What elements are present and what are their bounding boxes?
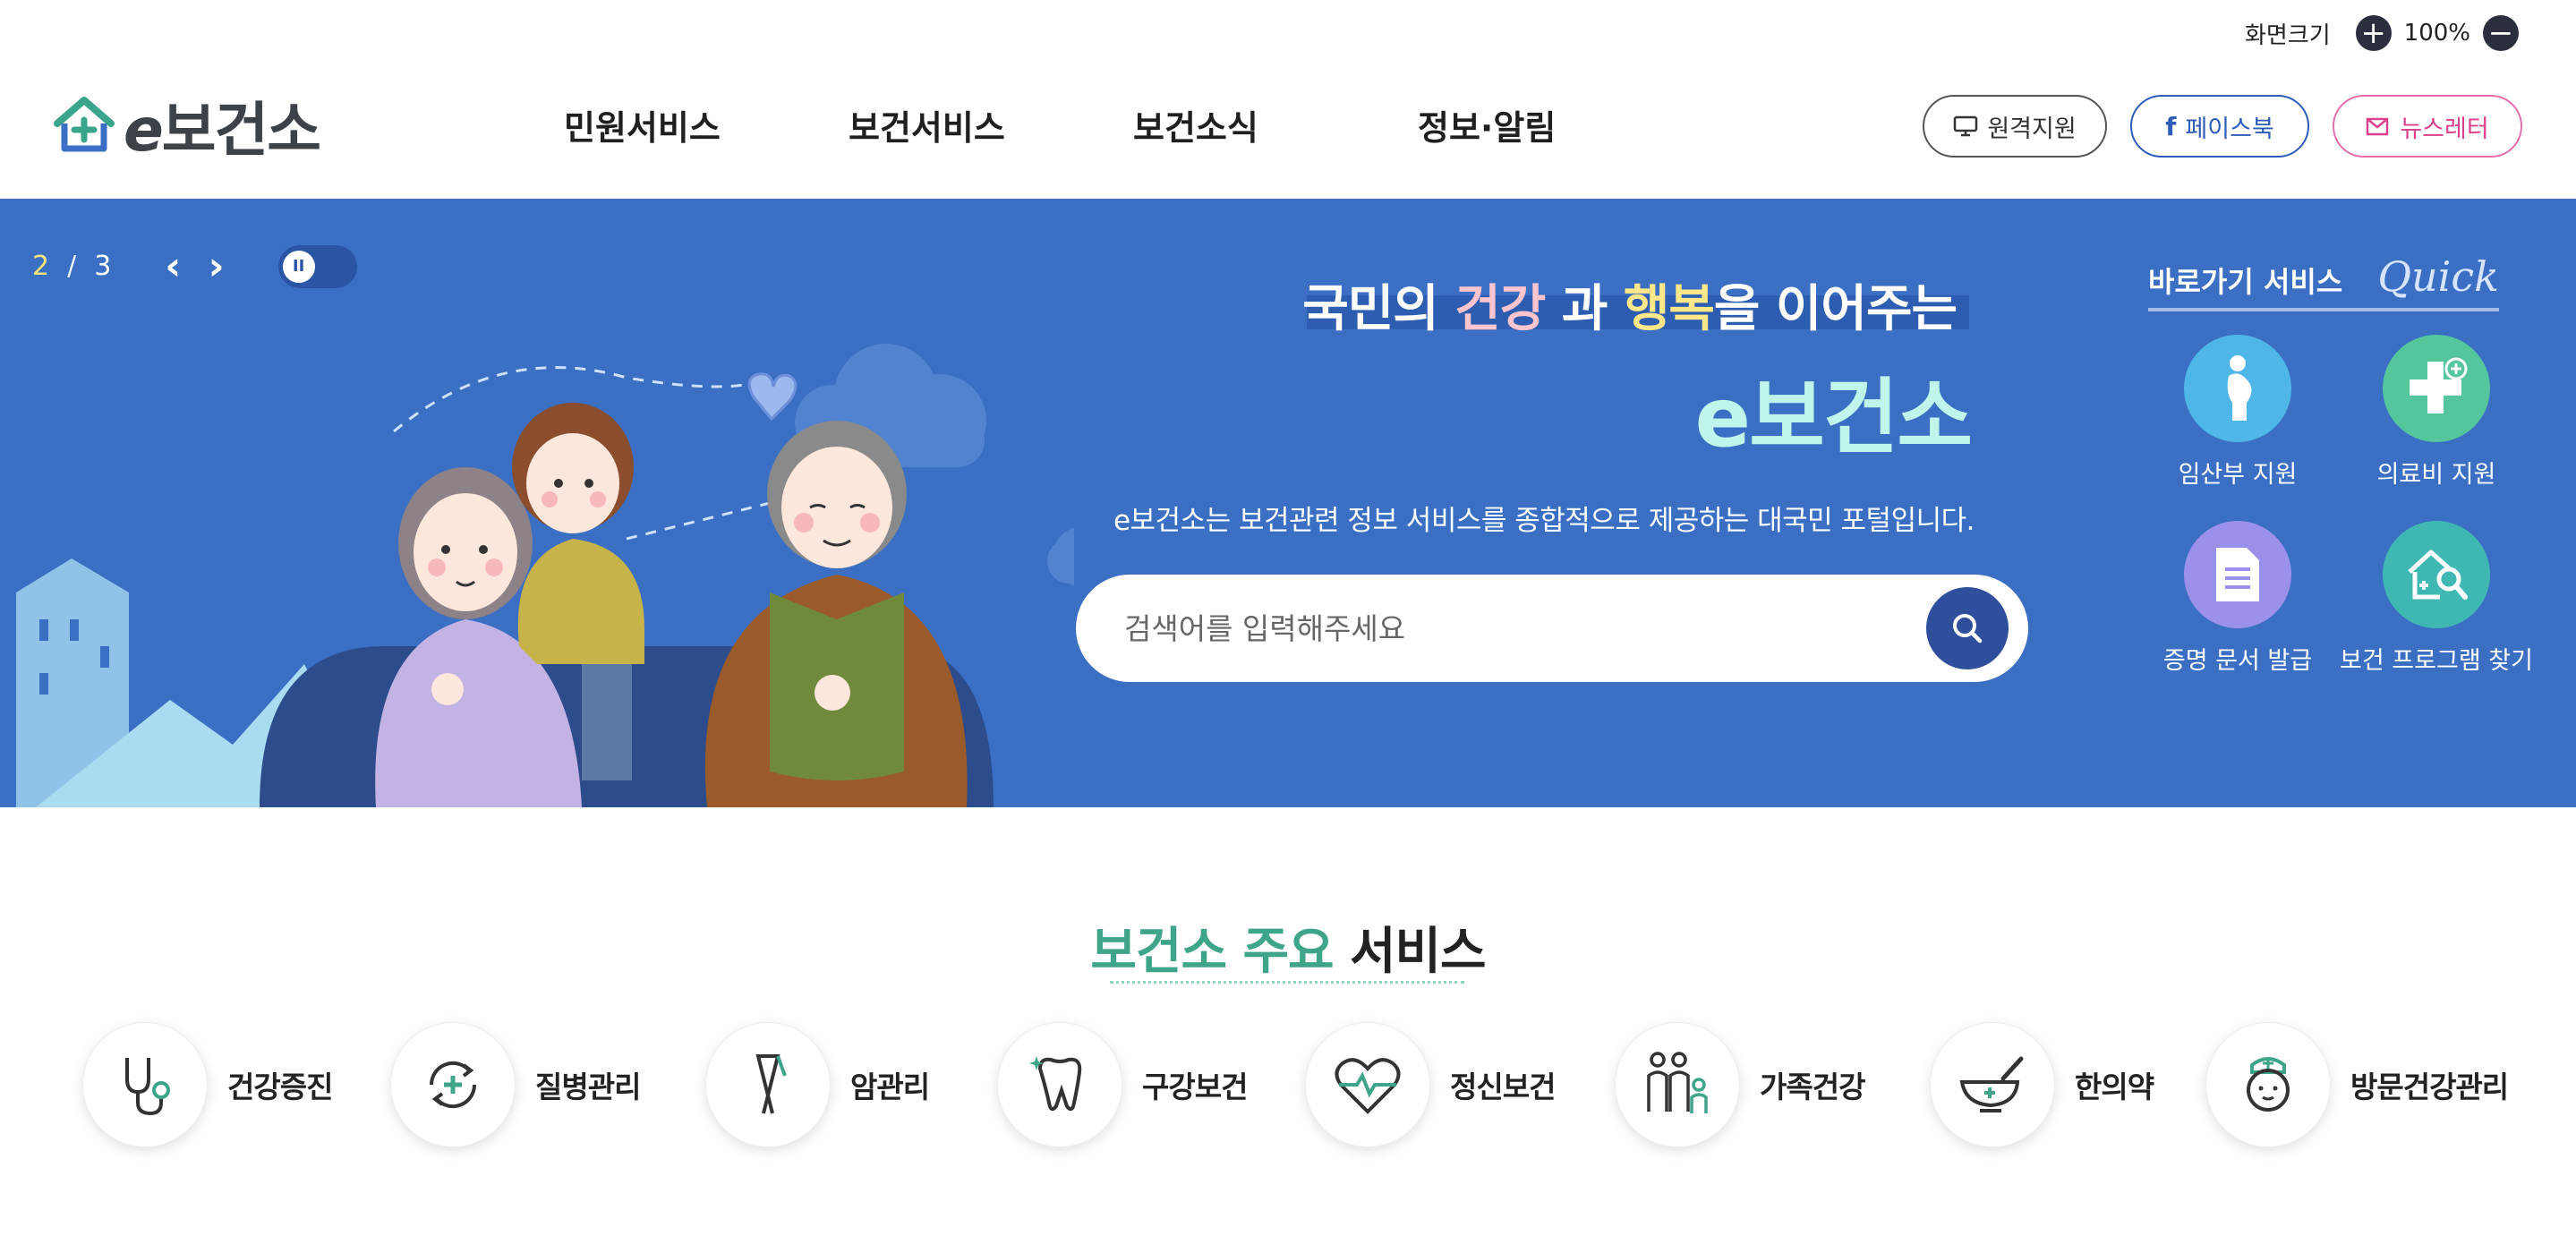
hero-description: e보건소는 보건관련 정보 서비스를 종합적으로 제공하는 대국민 포털입니다. [1113,505,1975,537]
hero-brand-title: e보건소 [1694,370,1973,465]
nurse-icon [2247,1057,2290,1112]
slide-next-button[interactable]: › [208,243,224,289]
document-icon [2216,548,2259,601]
tooth-icon [1029,1056,1082,1112]
facebook-icon: f [2165,111,2177,141]
service-item-visiting-care[interactable]: 방문건강관리 [2205,1022,2509,1147]
search-input[interactable] [1124,594,1894,662]
page: 화면크기 + 100% − e보건소 민원서비스 보건서비스 보건소식 정보·알… [0,0,2576,1253]
zoom-value: 100% [2403,20,2470,47]
search-button[interactable] [1926,587,2009,669]
nav-item-news[interactable]: 보건소식 [1133,100,1418,149]
zoom-control: 화면크기 + 100% − [2245,13,2519,54]
family-icon [1647,1052,1708,1113]
newsletter-label: 뉴스레터 [2400,115,2489,143]
facebook-label: 페이스북 [2185,115,2274,143]
service-item-oral-health[interactable]: 구강보건 [997,1022,1248,1147]
slide-separator: / [67,251,77,282]
mortar-icon [1959,1056,2024,1112]
service-label-visiting-care: 방문건강관리 [2350,1070,2509,1104]
headline-keyword-health: 건강 [1454,280,1546,338]
house-search-icon [2408,550,2468,600]
site-logo[interactable]: e보건소 [50,82,321,168]
zoom-label: 화면크기 [2244,21,2331,49]
quick-label-certificate: 증명 문서 발급 [2162,647,2313,675]
service-label-health-promotion: 건강증진 [227,1070,333,1104]
service-label-disease-control: 질병관리 [535,1070,641,1104]
pause-icon: II [279,247,318,286]
quick-title: 바로가기 서비스 [2148,265,2343,299]
quick-label-medical-cost: 의료비 지원 [2376,461,2496,489]
slide-pause-toggle[interactable]: II [277,244,357,288]
header: e보건소 민원서비스 보건서비스 보건소식 정보·알림 원격지원 f 페이스북 … [0,54,2576,199]
service-item-oriental-medicine[interactable]: 한의약 [1930,1022,2154,1147]
ribbon-icon [755,1054,787,1114]
services-title-underline [1110,981,1464,984]
quick-links: 바로가기 서비스 Quick 임산부 지원 의료비 지원 증명 문서 발급 보건… [2148,252,2542,675]
remote-support-button[interactable]: 원격지원 [1923,95,2107,158]
services-title-dark: 서비스 [1350,923,1487,981]
service-item-mental-health[interactable]: 정신보건 [1305,1022,1556,1147]
service-label-oriental-medicine: 한의약 [2075,1070,2154,1104]
monitor-icon [1954,115,1978,137]
search-icon [1953,614,1983,644]
service-label-mental-health: 정신보건 [1450,1070,1556,1104]
quick-label-pregnancy: 임산부 지원 [2178,461,2298,489]
quick-item-program-search[interactable]: 보건 프로그램 찾기 [2338,521,2535,676]
nav-item-info[interactable]: 정보·알림 [1418,100,1702,149]
pregnant-woman-icon [2227,355,2252,421]
headline-keyword-happiness: 행복 [1623,280,1715,338]
services-title: 보건소 주요 서비스 [0,911,2576,984]
hero-illustration [16,344,1074,807]
zoom-out-button[interactable]: − [2483,15,2519,51]
slide-controls: 2 / 3 ‹ › II [32,243,357,289]
zoom-in-button[interactable]: + [2355,15,2392,51]
slide-prev-button[interactable]: ‹ [165,243,181,289]
hero-banner: 2 / 3 ‹ › II 국민의 건강 과 행복을 이어주는 e보건소 e보건소… [0,199,2576,807]
quick-label-program-search: 보건 프로그램 찾기 [2340,647,2533,675]
cycle-plus-icon [429,1061,477,1109]
quick-item-certificate[interactable]: 증명 문서 발급 [2139,521,2336,676]
quick-item-pregnancy[interactable]: 임산부 지원 [2139,335,2336,490]
logo-name: 보건소 [161,96,321,165]
newsletter-button[interactable]: 뉴스레터 [2333,95,2522,158]
logo-house-icon [54,97,115,152]
quick-script: Quick [2377,252,2499,301]
quick-item-medical-cost[interactable]: 의료비 지원 [2338,335,2535,490]
hero-headline: 국민의 건강 과 행복을 이어주는 [1302,268,1969,338]
services-list: 건강증진 질병관리 암관리 구강보건 정신보건 가족건강 한의약 방문건강관리 [82,1022,2535,1151]
service-item-cancer-care[interactable]: 암관리 [705,1022,930,1147]
facebook-button[interactable]: f 페이스북 [2130,95,2309,158]
headline-post: 을 이어주는 [1713,280,1958,338]
service-label-cancer-care: 암관리 [850,1070,930,1104]
newsletter-icon [2367,117,2389,136]
main-nav: 민원서비스 보건서비스 보건소식 정보·알림 [564,100,1702,149]
service-label-family-health: 가족건강 [1760,1070,1865,1104]
logo-e: e [124,96,164,165]
services-title-green: 보건소 주요 [1090,923,1334,981]
service-item-health-promotion[interactable]: 건강증진 [82,1022,333,1147]
service-item-disease-control[interactable]: 질병관리 [390,1022,641,1147]
service-label-oral-health: 구강보건 [1142,1070,1248,1104]
headline-pre: 국민의 [1302,280,1455,338]
nav-item-civil[interactable]: 민원서비스 [564,100,849,149]
header-buttons: 원격지원 f 페이스북 뉴스레터 [1923,95,2522,158]
headline-mid: 과 [1545,280,1624,338]
heart-pulse-icon [1335,1058,1401,1114]
remote-support-label: 원격지원 [1987,115,2077,143]
search-box [1076,575,2028,682]
slide-current: 2 [32,251,50,282]
stethoscope-icon [125,1058,170,1116]
medical-plus-icon [2410,357,2468,413]
slide-total: 3 [94,251,112,282]
nav-item-health-services[interactable]: 보건서비스 [849,100,1133,149]
service-item-family-health[interactable]: 가족건강 [1615,1022,1865,1147]
